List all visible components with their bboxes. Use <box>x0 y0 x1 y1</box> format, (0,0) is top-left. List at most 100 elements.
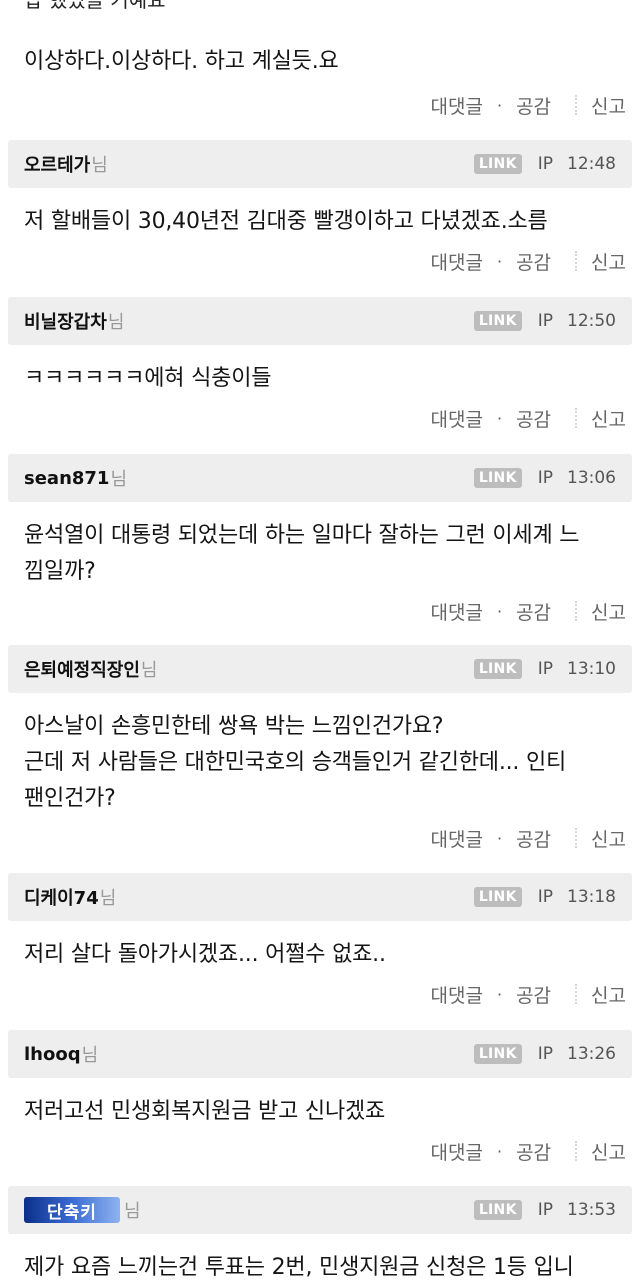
comment-item: 은퇴예정직장인 님 LINK IP 13:10 아스날이 손흥민한테 쌍욕 박는 느낌… <box>0 645 640 855</box>
author-nickname[interactable]: 오르테가 <box>24 151 90 177</box>
report-button[interactable]: 신고 <box>591 598 626 625</box>
comment-item: lhooq 님 LINK IP 13:26 저러고선 민생회복지원금 받고 신나겠죠 … <box>0 1030 640 1168</box>
author-image-nickname[interactable]: 단축키 <box>24 1197 120 1223</box>
reply-button[interactable]: 대댓글 <box>431 1138 483 1165</box>
ip-label: IP <box>537 1200 553 1220</box>
like-button[interactable]: 공감 <box>516 92 551 119</box>
comment-actions: 대댓글 · 공감 신고 <box>0 244 640 278</box>
divider <box>575 984 578 1004</box>
comment-body: ㅋㅋㅋㅋㅋㅋ에혀 식충이들 <box>24 366 272 391</box>
honorific: 님 <box>81 1045 99 1066</box>
link-badge[interactable]: LINK <box>473 311 522 331</box>
report-button[interactable]: 신고 <box>591 981 626 1008</box>
divider <box>575 601 578 621</box>
comment-actions: 대댓글 · 공감 신고 <box>0 821 640 855</box>
comment-body: 저러고선 민생회복지원금 받고 신나겠죠 <box>24 1099 386 1124</box>
author-nickname[interactable]: 비닐장갑차 <box>24 308 107 334</box>
comment-body: 윤석열이 대통령 되었는데 하는 일마다 잘하는 그런 이세계 느 낌일까? <box>24 523 580 584</box>
comment-time: 12:50 <box>567 311 616 331</box>
report-button[interactable]: 신고 <box>591 248 626 275</box>
honorific: 님 <box>110 469 128 490</box>
comment-header: lhooq 님 LINK IP 13:26 <box>8 1030 632 1078</box>
comment-header: 비닐장갑차 님 LINK IP 12:50 <box>8 297 632 345</box>
author-nickname[interactable]: 은퇴예정직장인 <box>24 656 140 682</box>
separator-dot: · <box>496 408 503 428</box>
like-button[interactable]: 공감 <box>516 248 551 275</box>
reply-button[interactable]: 대댓글 <box>431 405 483 432</box>
honorific: 님 <box>107 312 125 333</box>
comment-time: 13:26 <box>567 1044 616 1064</box>
comment-header: sean871 님 LINK IP 13:06 <box>8 454 632 502</box>
like-button[interactable]: 공감 <box>516 981 551 1008</box>
reply-button[interactable]: 대댓글 <box>431 825 483 852</box>
comment-body: 아스날이 손흥민한테 쌍욕 박는 느낌인건가요? 근데 저 사람들은 대한민국호… <box>24 714 567 811</box>
comment-header: 단축키 님 LINK IP 13:53 <box>8 1186 632 1234</box>
ip-label: IP <box>537 659 553 679</box>
reply-button[interactable]: 대댓글 <box>431 92 483 119</box>
comment-item: 오르테가 님 LINK IP 12:48 저 할배들이 30,40년전 김대중 빨갱이… <box>0 140 640 278</box>
link-badge[interactable]: LINK <box>473 1200 522 1220</box>
report-button[interactable]: 신고 <box>591 405 626 432</box>
comment-time: 13:18 <box>567 887 616 907</box>
comment-time: 12:48 <box>567 154 616 174</box>
comment-time: 13:10 <box>567 659 616 679</box>
like-button[interactable]: 공감 <box>516 598 551 625</box>
honorific: 님 <box>99 888 117 909</box>
reply-button[interactable]: 대댓글 <box>431 598 483 625</box>
comment-body: 제가 요즘 느끼는건 투표는 2번, 민생지원금 신청은 1등 입니 <box>24 1255 574 1280</box>
comment-header: 은퇴예정직장인 님 LINK IP 13:10 <box>8 645 632 693</box>
honorific: 님 <box>91 155 108 176</box>
comment-item: sean871 님 LINK IP 13:06 윤석열이 대통령 되었는데 하는 일마… <box>0 454 640 628</box>
comment-item: 단축키 님 LINK IP 13:53 제가 요즘 느끼는건 투표는 2번, 민생지원… <box>0 1186 640 1286</box>
comment-body: 저리 살다 돌아가시겠죠... 어쩔수 없죠.. <box>24 942 386 967</box>
link-badge[interactable]: LINK <box>473 1044 522 1064</box>
like-button[interactable]: 공감 <box>516 1138 551 1165</box>
reply-button[interactable]: 대댓글 <box>431 248 483 275</box>
comment-item: 비닐장갑차 님 LINK IP 12:50 ㅋㅋㅋㅋㅋㅋ에혀 식충이들 대댓글 · 공감 신… <box>0 297 640 435</box>
comment-actions: 대댓글 · 공감 신고 <box>0 1134 640 1168</box>
comment-item: 이상하다.이상하다. 하고 계실듯.요 대댓글 · 공감 신고 <box>0 44 640 122</box>
separator-dot: · <box>496 1141 503 1161</box>
report-button[interactable]: 신고 <box>591 92 626 119</box>
separator-dot: · <box>496 984 503 1004</box>
link-badge[interactable]: LINK <box>473 154 522 174</box>
comment-header: 오르테가 님 LINK IP 12:48 <box>8 140 632 188</box>
truncated-previous-text: 답 했었을 거예요 <box>24 0 166 12</box>
report-button[interactable]: 신고 <box>591 825 626 852</box>
divider <box>575 251 578 271</box>
ip-label: IP <box>537 1044 553 1064</box>
reply-button[interactable]: 대댓글 <box>431 981 483 1008</box>
link-badge[interactable]: LINK <box>473 468 522 488</box>
report-button[interactable]: 신고 <box>591 1138 626 1165</box>
comment-actions: 대댓글 · 공감 신고 <box>0 594 640 628</box>
ip-label: IP <box>537 887 553 907</box>
comment-actions: 대댓글 · 공감 신고 <box>0 401 640 435</box>
comment-item: 디케이74 님 LINK IP 13:18 저리 살다 돌아가시겠죠... 어쩔수 없… <box>0 873 640 1011</box>
comment-actions: 대댓글 · 공감 신고 <box>0 977 640 1011</box>
separator-dot: · <box>496 251 503 271</box>
comment-body: 이상하다.이상하다. 하고 계실듯.요 <box>24 49 339 74</box>
comment-actions: 대댓글 · 공감 신고 <box>0 88 640 122</box>
link-badge[interactable]: LINK <box>473 887 522 907</box>
like-button[interactable]: 공감 <box>516 405 551 432</box>
author-nickname[interactable]: sean871 <box>24 468 109 489</box>
comment-time: 13:06 <box>567 468 616 488</box>
separator-dot: · <box>496 95 503 115</box>
comment-body: 저 할배들이 30,40년전 김대중 빨갱이하고 다녔겠죠.소름 <box>24 209 548 234</box>
comment-header: 디케이74 님 LINK IP 13:18 <box>8 873 632 921</box>
like-button[interactable]: 공감 <box>516 825 551 852</box>
separator-dot: · <box>496 601 503 621</box>
ip-label: IP <box>537 311 553 331</box>
honorific: 님 <box>124 1201 141 1222</box>
comment-time: 13:53 <box>567 1200 616 1220</box>
divider <box>575 1141 578 1161</box>
ip-label: IP <box>537 154 553 174</box>
ip-label: IP <box>537 468 553 488</box>
link-badge[interactable]: LINK <box>473 659 522 679</box>
divider <box>575 95 578 115</box>
author-nickname[interactable]: lhooq <box>24 1044 81 1065</box>
author-nickname[interactable]: 디케이74 <box>24 884 99 910</box>
divider <box>575 828 578 848</box>
separator-dot: · <box>496 828 503 848</box>
honorific: 님 <box>140 660 158 681</box>
